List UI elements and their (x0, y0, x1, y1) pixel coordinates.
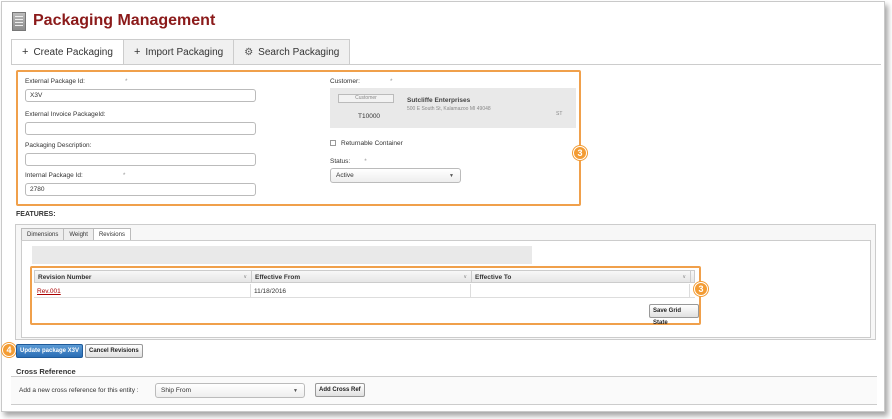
customer-name: Sutcliffe Enterprises (407, 97, 471, 104)
external-invoice-package-id-input[interactable] (25, 122, 256, 135)
returnable-container-label: Returnable Container (341, 140, 403, 147)
chevron-down-icon: ∨ (463, 274, 467, 280)
status-label: Status: * (330, 158, 367, 165)
packaging-logo-icon (12, 11, 26, 31)
external-package-id-input[interactable]: X3V (25, 89, 256, 102)
chevron-down-icon: ∨ (243, 274, 247, 280)
grid-toolbar (32, 246, 532, 264)
add-cross-ref-button[interactable]: Add Cross Ref (315, 383, 365, 397)
packaging-form-highlight: External Package Id: * X3V External Invoi… (16, 70, 581, 206)
tab-create-packaging[interactable]: + Create Packaging (11, 39, 124, 65)
cross-reference-label: Add a new cross reference for this entit… (19, 387, 139, 394)
column-header-effective-to[interactable]: Effective To ∨ (472, 271, 691, 282)
returnable-container-checkbox[interactable] (330, 140, 336, 146)
cancel-revisions-button[interactable]: Cancel Revisions (85, 344, 143, 358)
effective-from-cell: 11/18/2016 (251, 284, 471, 297)
tab-import-packaging[interactable]: + Import Packaging (123, 39, 235, 65)
revision-number-cell: Rev.001 (34, 284, 251, 297)
customer-card[interactable]: Customer T10000 Sutcliffe Enterprises 50… (330, 88, 576, 128)
tab-label: Create Packaging (33, 46, 113, 58)
chevron-down-icon: ∨ (682, 274, 686, 280)
callout-badge: 3 (573, 146, 587, 160)
save-grid-state-button[interactable]: Save Grid State (649, 304, 699, 326)
callout-badge: 3 (694, 282, 708, 296)
chevron-down-icon: ▼ (293, 388, 298, 394)
features-title: FEATURES: (16, 211, 56, 218)
customer-code: T10000 (358, 113, 381, 120)
cross-reference-title: Cross Reference (16, 367, 76, 376)
update-package-button[interactable]: Update package X3V (16, 344, 84, 358)
packaging-description-label: Packaging Description: (25, 142, 92, 149)
plus-icon: + (133, 46, 141, 58)
page-header: Packaging Management (12, 8, 215, 34)
main-tabs: + Create Packaging + Import Packaging ⚙ … (11, 39, 351, 65)
callout-badge: 4 (2, 343, 16, 357)
customer-address: 500 E South St, Kalamazoo MI 49048 (407, 106, 491, 112)
revisions-grid: Revision Number ∨ Effective From ∨ Effecti… (30, 266, 701, 326)
table-row: Rev.001 11/18/2016 (34, 284, 695, 298)
tab-label: Import Packaging (145, 46, 224, 58)
external-invoice-package-id-label: External Invoice PackageId: (25, 111, 106, 118)
internal-package-id-input[interactable]: 2780 (25, 183, 256, 196)
app-window: Packaging Management + Create Packaging … (1, 1, 885, 412)
internal-package-id-label: Internal Package Id: * (25, 172, 126, 179)
cross-reference-panel: Add a new cross reference for this entit… (11, 376, 877, 405)
tab-label: Search Packaging (258, 46, 340, 58)
plus-icon: + (22, 46, 29, 58)
chevron-down-icon: ▼ (449, 173, 454, 179)
cross-reference-select[interactable]: Ship From ▼ (155, 383, 305, 398)
column-header-revision-number[interactable]: Revision Number ∨ (35, 271, 252, 282)
page-title: Packaging Management (33, 12, 216, 29)
packaging-description-input[interactable] (25, 153, 256, 166)
customer-button[interactable]: Customer (338, 94, 394, 103)
revision-link[interactable]: Rev.001 (37, 288, 61, 295)
customer-label: Customer: * (330, 78, 393, 85)
column-header-effective-from[interactable]: Effective From ∨ (252, 271, 472, 282)
status-select[interactable]: Active ▼ (330, 168, 461, 183)
customer-state: ST (556, 111, 563, 117)
tab-search-packaging[interactable]: ⚙ Search Packaging (234, 39, 351, 65)
effective-to-cell (471, 284, 690, 297)
external-package-id-label: External Package Id: * (25, 78, 128, 85)
gear-icon: ⚙ (244, 46, 254, 58)
grid-header: Revision Number ∨ Effective From ∨ Effecti… (34, 270, 695, 283)
